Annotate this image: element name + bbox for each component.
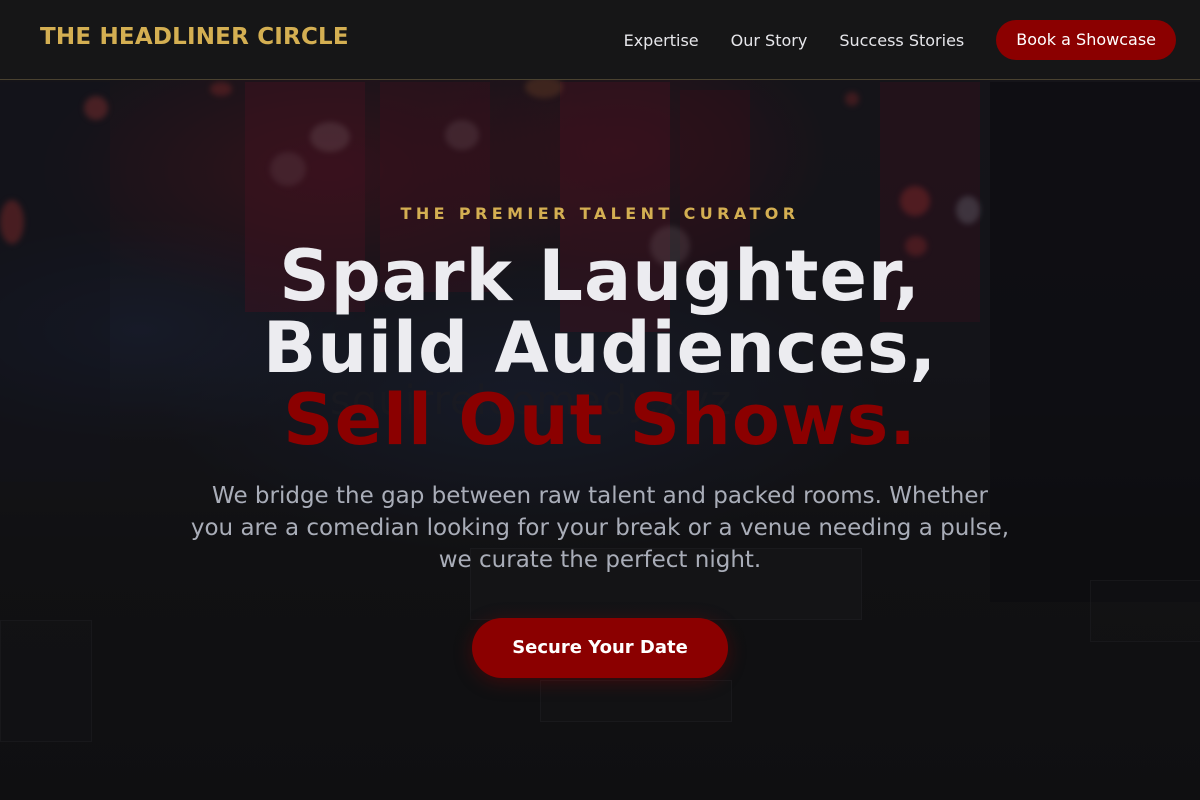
- nav-link-expertise[interactable]: Expertise: [624, 31, 699, 50]
- brand-logo[interactable]: THE HEADLINER CIRCLE: [40, 24, 349, 50]
- hero-subtext: We bridge the gap between raw talent and…: [190, 483, 1010, 573]
- landing-page: squirrelcomedy.xyz THE HEADLINER CIRCLE …: [0, 0, 1200, 800]
- hero-eyebrow: THE PREMIER TALENT CURATOR: [400, 204, 800, 223]
- nav-link-success-stories[interactable]: Success Stories: [839, 31, 964, 50]
- hero-section: THE PREMIER TALENT CURATOR Spark Laughte…: [0, 80, 1200, 800]
- nav-link-our-story[interactable]: Our Story: [731, 31, 808, 50]
- secure-your-date-button[interactable]: Secure Your Date: [472, 618, 728, 678]
- hero-headline: Spark Laughter, Build Audiences, Sell Ou…: [0, 240, 1200, 456]
- main-nav: Expertise Our Story Success Stories Book…: [624, 20, 1176, 60]
- site-header: THE HEADLINER CIRCLE Expertise Our Story…: [0, 0, 1200, 80]
- headline-line-2: Build Audiences,: [262, 307, 938, 389]
- book-showcase-button[interactable]: Book a Showcase: [996, 20, 1176, 60]
- headline-line-3-accent: Sell Out Shows.: [283, 379, 917, 461]
- headline-line-1: Spark Laughter,: [279, 235, 921, 317]
